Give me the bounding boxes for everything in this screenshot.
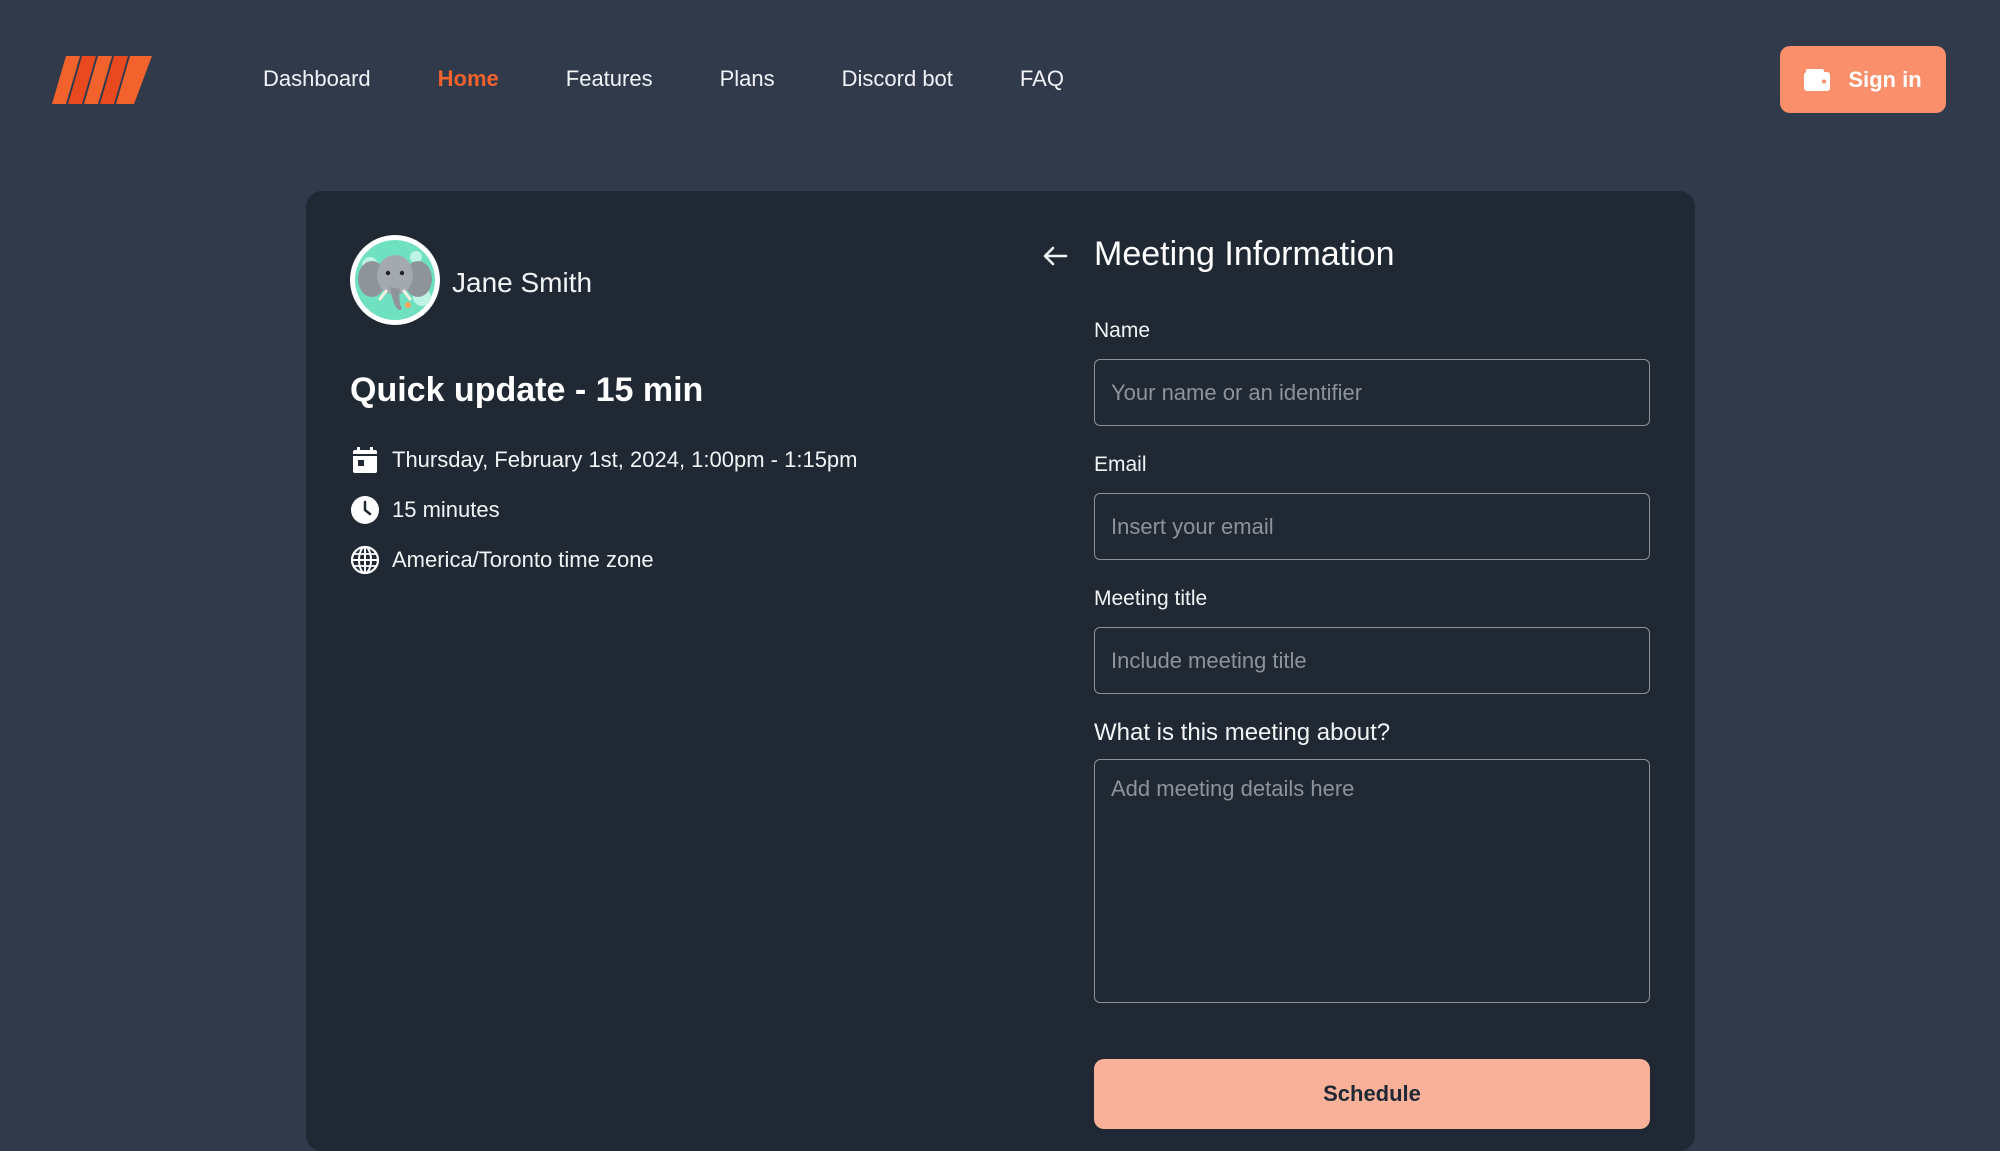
- event-timezone-row: America/Toronto time zone: [350, 545, 654, 575]
- form-title: Meeting Information: [1094, 235, 1395, 273]
- wallet-icon: [1804, 68, 1831, 91]
- event-date-row: Thursday, February 1st, 2024, 1:00pm - 1…: [350, 445, 858, 475]
- calendar-icon: [350, 445, 380, 475]
- clock-icon: [350, 495, 380, 525]
- nav-discord-bot[interactable]: Discord bot: [842, 62, 953, 96]
- event-duration: 15 minutes: [392, 497, 500, 522]
- name-input[interactable]: [1094, 359, 1650, 426]
- nav-home[interactable]: Home: [438, 62, 499, 96]
- nav-faq[interactable]: FAQ: [1020, 62, 1064, 96]
- elephant-avatar: [351, 236, 439, 324]
- nav-features[interactable]: Features: [566, 62, 653, 96]
- event-timezone: America/Toronto time zone: [392, 547, 654, 572]
- meeting-title-label: Meeting title: [1094, 587, 1208, 610]
- top-header: Dashboard Home Features Plans Discord bo…: [0, 0, 2000, 160]
- email-input[interactable]: [1094, 493, 1650, 560]
- sign-in-button[interactable]: Sign in: [1780, 46, 1946, 113]
- main-nav: Dashboard Home Features Plans Discord bo…: [263, 62, 1131, 96]
- globe-icon: [350, 545, 380, 575]
- about-label: What is this meeting about?: [1094, 719, 1391, 746]
- meeting-details-textarea[interactable]: [1094, 759, 1650, 1003]
- host-avatar: [350, 235, 440, 325]
- brand-logo-icon[interactable]: [52, 56, 152, 104]
- nav-plans[interactable]: Plans: [720, 62, 775, 96]
- arrow-left-icon[interactable]: [1040, 241, 1070, 271]
- schedule-button[interactable]: Schedule: [1094, 1059, 1650, 1129]
- host-name: Jane Smith: [452, 267, 593, 298]
- sign-in-label: Sign in: [1848, 66, 1922, 92]
- meeting-title-input[interactable]: [1094, 627, 1650, 694]
- email-label: Email: [1094, 453, 1147, 476]
- event-date-time: Thursday, February 1st, 2024, 1:00pm - 1…: [392, 447, 858, 472]
- event-title: Quick update - 15 min: [350, 371, 704, 409]
- nav-dashboard[interactable]: Dashboard: [263, 62, 371, 96]
- event-duration-row: 15 minutes: [350, 495, 500, 525]
- name-label: Name: [1094, 319, 1151, 342]
- booking-card: Jane Smith Quick update - 15 min Thursda…: [306, 191, 1695, 1151]
